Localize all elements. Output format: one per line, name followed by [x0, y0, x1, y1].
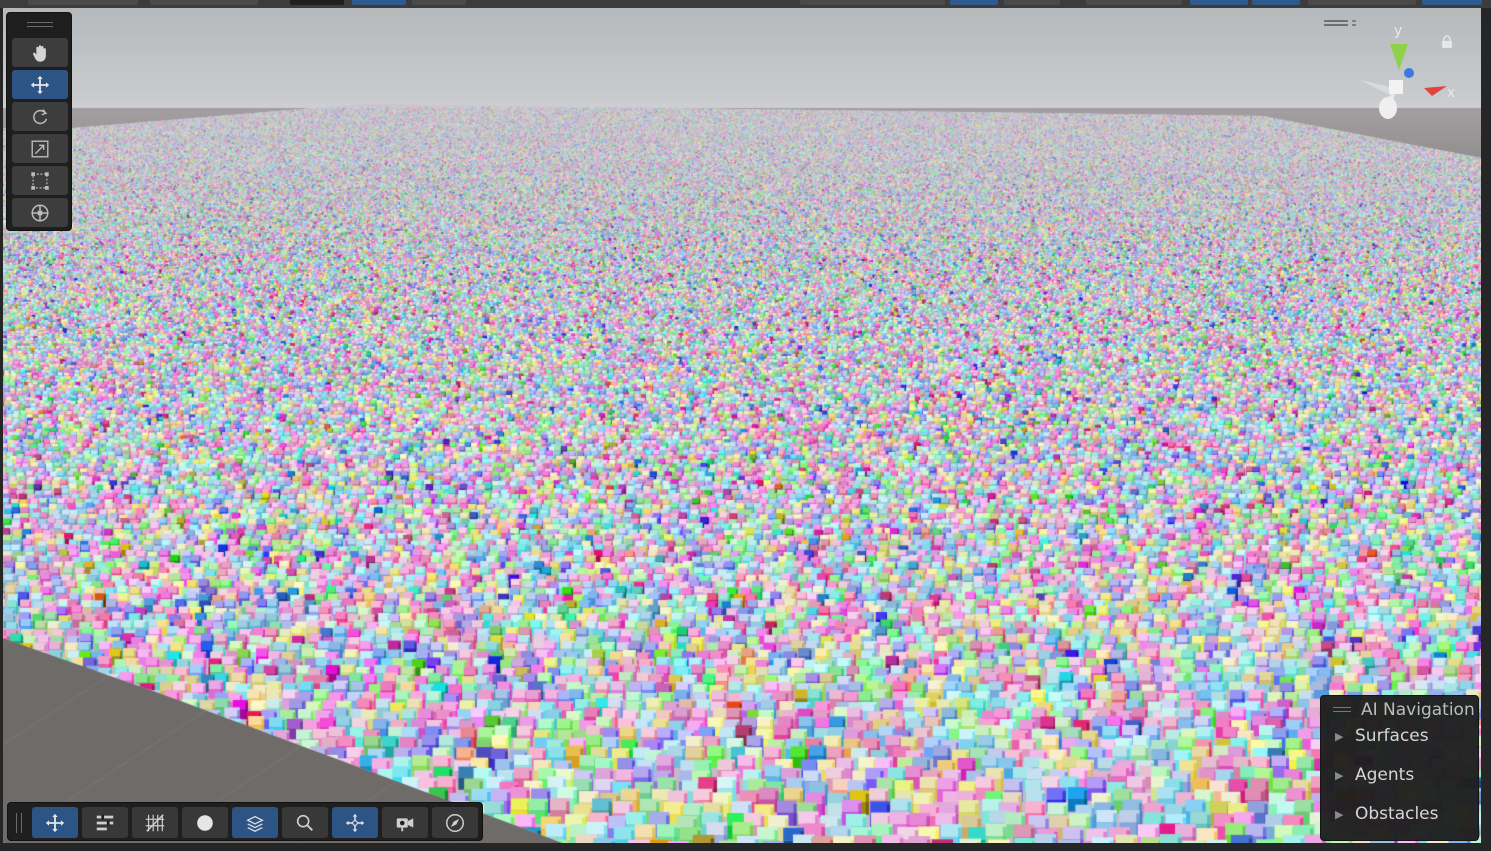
pivot-icon — [345, 813, 365, 832]
layers-icon — [246, 815, 264, 832]
top-toolbar-strip — [0, 0, 1491, 8]
move-arrows-icon — [30, 75, 50, 94]
lock-icon[interactable] — [1440, 35, 1454, 49]
compass-button[interactable] — [432, 807, 478, 838]
toolbar-segment[interactable] — [1190, 0, 1248, 5]
tools-overlay — [6, 12, 72, 231]
move-tool-button[interactable] — [12, 70, 68, 99]
camera-button[interactable] — [382, 807, 428, 838]
move-view-button[interactable] — [32, 807, 78, 838]
compass-icon — [446, 813, 464, 832]
ai-navigation-title: AI Navigation — [1361, 700, 1475, 720]
drag-handle[interactable] — [1333, 707, 1351, 712]
toolbar-segment[interactable] — [150, 0, 258, 5]
foldout-label: Surfaces — [1355, 726, 1429, 746]
toolbar-segment[interactable] — [1086, 0, 1182, 5]
shading-mode-button[interactable] — [182, 807, 228, 838]
move-arrows-icon — [45, 813, 65, 832]
grid-toggle-button[interactable] — [132, 807, 178, 838]
toolbar-segment[interactable] — [412, 0, 466, 5]
scale-tool-button[interactable] — [12, 134, 68, 163]
toolbar-segment[interactable] — [352, 0, 406, 5]
rotate-tool-button[interactable] — [12, 102, 68, 131]
hand-icon — [33, 44, 46, 62]
gizmo-z-cone[interactable] — [1404, 68, 1414, 78]
foldout-surfaces[interactable]: ▶ Surfaces — [1335, 724, 1429, 748]
foldout-arrow-icon: ▶ — [1335, 768, 1344, 782]
toolbar-segment[interactable] — [1422, 0, 1482, 5]
overlay-menu-icon — [96, 814, 114, 830]
drag-handle[interactable] — [27, 22, 53, 27]
window-border-bottom — [0, 843, 1491, 851]
toolbar-segment[interactable] — [1004, 0, 1060, 5]
hand-tool-button[interactable] — [12, 38, 68, 67]
pivot-button[interactable] — [332, 807, 378, 838]
camera-icon — [396, 817, 414, 831]
search-icon — [296, 814, 313, 831]
foldout-agents[interactable]: ▶ Agents — [1335, 763, 1414, 787]
ai-navigation-overlay: AI Navigation ▶ Surfaces ▶ Agents ▶ Obst… — [1320, 695, 1479, 841]
drag-handle[interactable] — [16, 813, 22, 833]
foldout-arrow-icon: ▶ — [1335, 807, 1344, 821]
gizmo-neg-z-cone[interactable] — [1379, 97, 1397, 119]
rotate-icon — [33, 108, 48, 124]
ai-navigation-header[interactable]: AI Navigation — [1321, 698, 1478, 720]
transform-tool-button[interactable] — [12, 198, 68, 227]
gizmo-menu-icon[interactable] — [1332, 20, 1356, 26]
toolbar-segment[interactable] — [290, 0, 344, 5]
transform-icon — [31, 203, 49, 222]
overlay-menu-button[interactable] — [82, 807, 128, 838]
toolbar-segment[interactable] — [950, 0, 998, 5]
layers-button[interactable] — [232, 807, 278, 838]
foldout-label: Obstacles — [1355, 804, 1439, 824]
grid-icon — [145, 813, 165, 832]
gizmo-y-cone[interactable] — [1390, 44, 1408, 70]
toolbar-segment[interactable] — [1252, 0, 1300, 5]
cube-field-render — [3, 8, 1481, 843]
gizmo-x-label: x — [1447, 85, 1455, 101]
foldout-arrow-icon: ▶ — [1335, 729, 1344, 743]
gizmo-menu-icon[interactable] — [1322, 18, 1352, 30]
gizmo-y-label: y — [1394, 23, 1402, 39]
search-button[interactable] — [282, 807, 328, 838]
gizmo-center-cube[interactable] — [1389, 80, 1403, 94]
scale-icon — [31, 140, 49, 157]
scene-view-bottom-toolbar — [7, 802, 483, 841]
sphere-shading-icon — [197, 814, 213, 831]
window-border-right — [1481, 8, 1491, 851]
foldout-label: Agents — [1355, 765, 1415, 785]
foldout-obstacles[interactable]: ▶ Obstacles — [1335, 802, 1439, 826]
unity-scene-view-window: y x AI Navigation ▶ Surfaces ▶ Agents ▶ … — [0, 0, 1491, 851]
toolbar-segment[interactable] — [1308, 0, 1416, 5]
toolbar-segment[interactable] — [800, 0, 945, 5]
toolbar-segment[interactable] — [28, 0, 138, 5]
gizmo-x-cone[interactable] — [1424, 86, 1447, 96]
scene-viewport[interactable] — [3, 8, 1481, 843]
rect-tool-button[interactable] — [12, 166, 68, 195]
rect-transform-icon — [31, 171, 49, 190]
